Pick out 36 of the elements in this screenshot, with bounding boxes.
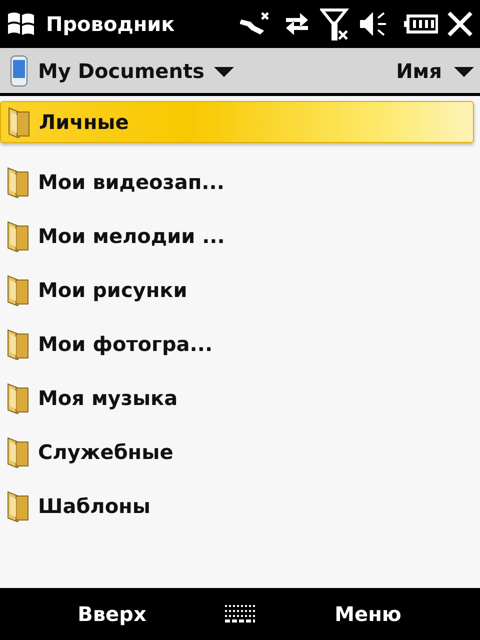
folder-list-item[interactable]: Мои рисунки — [0, 263, 474, 317]
folder-name: Шаблоны — [38, 494, 150, 518]
folder-list-item[interactable]: Личные — [0, 101, 474, 143]
folder-name: Моя музыка — [38, 386, 178, 410]
folder-icon — [6, 328, 30, 360]
window-title: Проводник — [46, 12, 176, 36]
folder-name: Мои рисунки — [38, 278, 188, 302]
folder-name: Мои видеозап... — [38, 170, 224, 194]
folder-icon — [6, 490, 30, 522]
folder-icon — [6, 274, 30, 306]
keyboard-icon[interactable] — [224, 604, 256, 624]
folder-dropdown[interactable]: My Documents — [38, 58, 204, 82]
folder-list-item[interactable]: Мои мелодии ... — [0, 209, 474, 263]
folder-name: Служебные — [38, 440, 174, 464]
folder-icon — [6, 166, 30, 198]
folder-icon — [6, 220, 30, 252]
battery-icon[interactable] — [404, 14, 438, 34]
sort-dropdown[interactable]: Имя — [396, 58, 442, 82]
folder-list-item[interactable]: Мои фотогра... — [0, 317, 474, 371]
folder-list-item[interactable]: Моя музыка — [0, 371, 474, 425]
caret-icon — [454, 64, 474, 76]
folder-list-item[interactable]: Служебные — [0, 425, 474, 479]
menu-softkey[interactable]: Меню — [256, 592, 480, 636]
folder-name: Мои мелодии ... — [38, 224, 225, 248]
folder-icon — [6, 382, 30, 414]
folder-icon — [7, 106, 31, 138]
folder-name: Мои фотогра... — [38, 332, 213, 356]
phone-icon — [10, 54, 28, 86]
folder-name: Личные — [39, 110, 129, 134]
folder-list-item[interactable]: Мои видеозап... — [0, 155, 474, 209]
caret-icon — [214, 64, 234, 76]
folder-icon — [6, 436, 30, 468]
close-icon[interactable] — [446, 10, 474, 38]
folder-list-item[interactable]: Шаблоны — [0, 479, 474, 533]
up-softkey[interactable]: Вверх — [0, 592, 224, 636]
no-signal-icon[interactable] — [320, 7, 350, 41]
